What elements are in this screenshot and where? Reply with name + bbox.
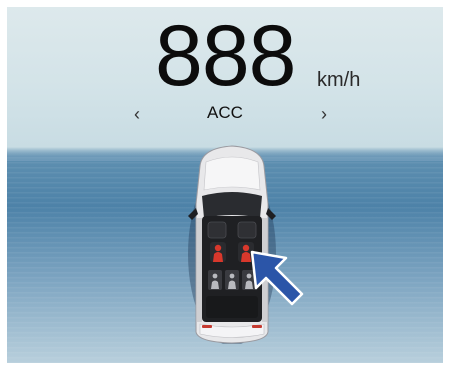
front-left-seat xyxy=(207,221,227,239)
vehicle-top-view xyxy=(188,145,304,344)
drive-mode-label: ACC xyxy=(207,103,243,122)
windshield xyxy=(202,192,262,218)
left-side-panel xyxy=(197,218,202,322)
rear-cargo xyxy=(206,296,258,318)
display-screen: 888 km/h ‹ ACC › xyxy=(7,7,443,363)
speed-readout: 888 xyxy=(155,8,296,104)
tail-light-right xyxy=(252,325,262,328)
chevron-right-icon[interactable]: › xyxy=(316,104,332,125)
tail-light-left xyxy=(202,325,212,328)
third-row-seats xyxy=(208,270,256,290)
vehicle-hood xyxy=(203,156,261,191)
seat-highlight-rear-left xyxy=(210,242,226,262)
speed-unit: km/h xyxy=(317,69,361,91)
front-right-seat xyxy=(237,221,257,239)
